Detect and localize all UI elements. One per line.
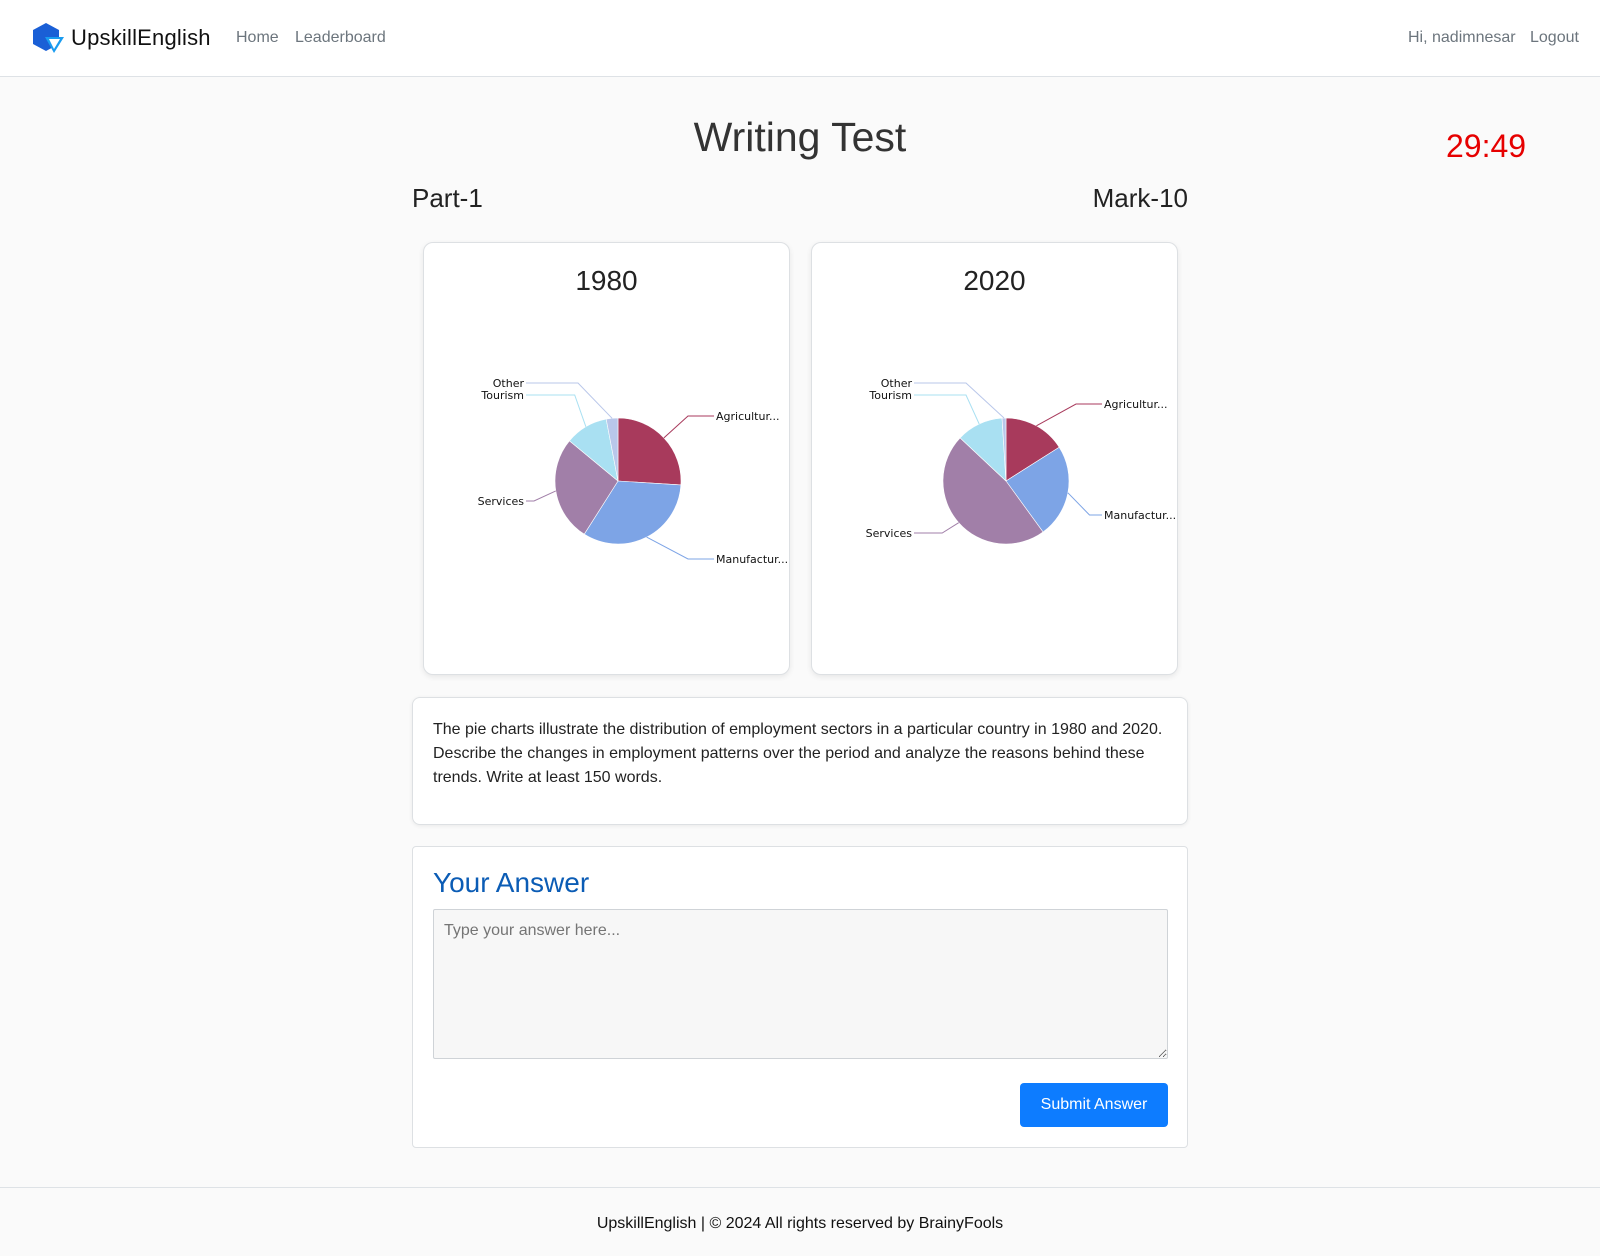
countdown-timer: 29:49 xyxy=(1446,128,1527,164)
pie-leader-line-tourism-2020 xyxy=(914,394,980,425)
brand-link[interactable]: UpskillEnglish xyxy=(31,22,211,54)
nav-leaderboard-link[interactable]: Leaderboard xyxy=(295,29,386,47)
brand-name: UpskillEnglish xyxy=(71,25,211,50)
navbar: UpskillEnglish Home Leaderboard Hi, nadi… xyxy=(0,0,1600,77)
chart-card-1980: 1980 Agricultur... Manufactur... Other Tour… xyxy=(423,242,790,675)
page-title: Writing Test xyxy=(693,114,907,160)
footer: UpskillEnglish | © 2024 All rights reser… xyxy=(0,1187,1600,1256)
footer-text: UpskillEnglish | © 2024 All rights reser… xyxy=(596,1215,1004,1232)
pie-leader-line-tourism-1980 xyxy=(526,394,587,427)
answer-card: Your Answer Submit Answer xyxy=(412,846,1188,1148)
pie-chart-2020: Agricultur...Manufactur...OtherTourismSe… xyxy=(866,377,1176,545)
pie-label-manufacturing-1980: Manufactur... xyxy=(716,553,788,566)
pie-leader-line-services-1980 xyxy=(526,490,557,502)
pie-leader-line-agriculture-1980 xyxy=(663,415,714,439)
pie-label-agriculture-1980: Agricultur... xyxy=(716,410,779,423)
question-prompt-card: The pie charts illustrate the distributi… xyxy=(412,697,1188,825)
nav-home-link[interactable]: Home xyxy=(236,29,279,47)
pie-slice-agriculture-1980[interactable] xyxy=(617,417,682,486)
pie-label-manufacturing-2020: Manufactur... xyxy=(1104,509,1176,522)
pie-label-tourism-2020: Tourism xyxy=(868,389,912,402)
answer-textarea[interactable] xyxy=(433,909,1168,1059)
chart-card-2020: 2020 Agricultur... Manufactur... Other Tour… xyxy=(811,242,1178,675)
part-label: Part-1 xyxy=(412,183,483,213)
pie-leader-line-manufacturing-2020 xyxy=(1067,492,1102,516)
pie-label-services-2020: Services xyxy=(866,527,913,540)
answer-title: Your Answer xyxy=(433,867,590,898)
brand-logo-icon xyxy=(33,23,64,53)
mark-label: Mark-10 xyxy=(1092,183,1188,213)
question-text: The pie charts illustrate the distributi… xyxy=(433,721,1163,786)
pie-leader-line-services-2020 xyxy=(914,522,959,534)
user-greeting-link[interactable]: Hi, nadimnesar xyxy=(1408,29,1516,47)
pie-label-services-1980: Services xyxy=(478,495,525,508)
pie-leader-line-other-1980 xyxy=(526,382,613,419)
pie-leader-line-manufacturing-1980 xyxy=(646,536,714,560)
pie-leader-line-agriculture-2020 xyxy=(1036,403,1102,427)
pie-leader-line-other-2020 xyxy=(914,382,1005,419)
pie-chart-1980: Agricultur...Manufactur...OtherTourismSe… xyxy=(478,377,789,566)
pie-label-tourism-1980: Tourism xyxy=(480,389,524,402)
pie-label-agriculture-2020: Agricultur... xyxy=(1104,398,1167,411)
submit-answer-button[interactable]: Submit Answer xyxy=(1020,1083,1168,1127)
logout-link[interactable]: Logout xyxy=(1530,29,1579,47)
